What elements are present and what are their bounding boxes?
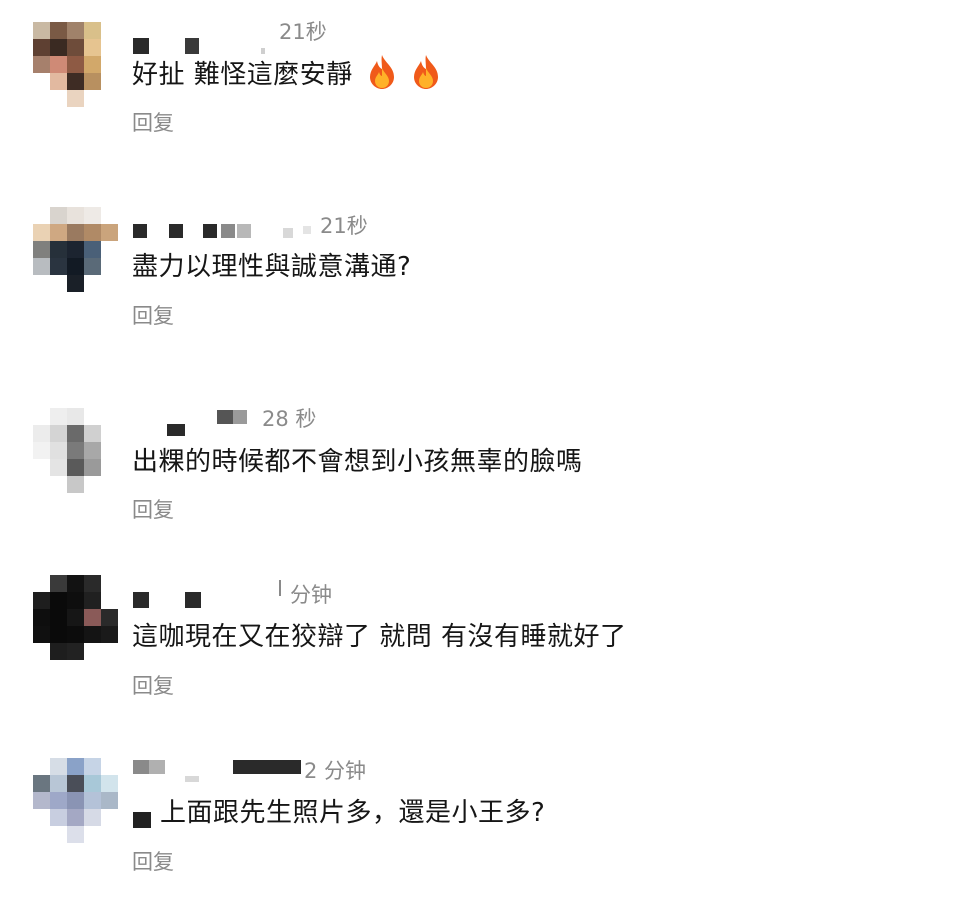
comment-text: 盡力以理性與誠意溝通?: [132, 252, 412, 282]
comment-item: 28 秒 出粿的時候都不會想到小孩無辜的臉嗎 回复: [0, 390, 961, 550]
comment-text: 出粿的時候都不會想到小孩無辜的臉嗎: [132, 447, 583, 477]
comment-text: 這咖現在又在狡辯了 就問 有沒有睡就好了: [132, 622, 627, 652]
comment-text-content: 好扯 難怪這麼安靜: [132, 60, 353, 90]
comment-item: 2 分钟 上面跟先生照片多，還是小王多? 回复: [0, 740, 961, 900]
reply-button[interactable]: 回复: [132, 670, 174, 700]
comment-time: 28 秒: [262, 407, 317, 431]
comment-time: 分钟: [290, 583, 332, 607]
reply-button[interactable]: 回复: [132, 846, 174, 876]
avatar[interactable]: [33, 22, 117, 107]
reply-button[interactable]: 回复: [132, 107, 174, 137]
comment-text: 上面跟先生照片多，還是小王多?: [160, 798, 546, 828]
username-redacted[interactable]: [133, 410, 253, 436]
comment-text: 好扯 難怪這麼安靜: [132, 54, 442, 91]
username-redacted[interactable]: [133, 580, 293, 612]
avatar[interactable]: [33, 575, 118, 660]
comment-time: 2 分钟: [304, 759, 367, 783]
username-redacted[interactable]: [133, 224, 313, 244]
reply-button[interactable]: 回复: [132, 300, 174, 330]
comment-item: 分钟 這咖現在又在狡辯了 就問 有沒有睡就好了 回复: [0, 565, 961, 725]
avatar[interactable]: [33, 758, 118, 843]
avatar[interactable]: [33, 408, 117, 493]
reply-button[interactable]: 回复: [132, 494, 174, 524]
fire-icon: [369, 55, 394, 89]
avatar[interactable]: [33, 207, 118, 292]
username-redacted[interactable]: [133, 760, 308, 782]
comment-time: 21秒: [279, 20, 327, 44]
comment-item: 21秒 好扯 難怪這麼安靜 回复: [0, 0, 961, 160]
fire-icon: [414, 55, 439, 89]
comment-item: 21秒 盡力以理性與誠意溝通? 回复: [0, 192, 961, 352]
comment-time: 21秒: [320, 214, 368, 238]
redacted-mark: [133, 812, 151, 828]
